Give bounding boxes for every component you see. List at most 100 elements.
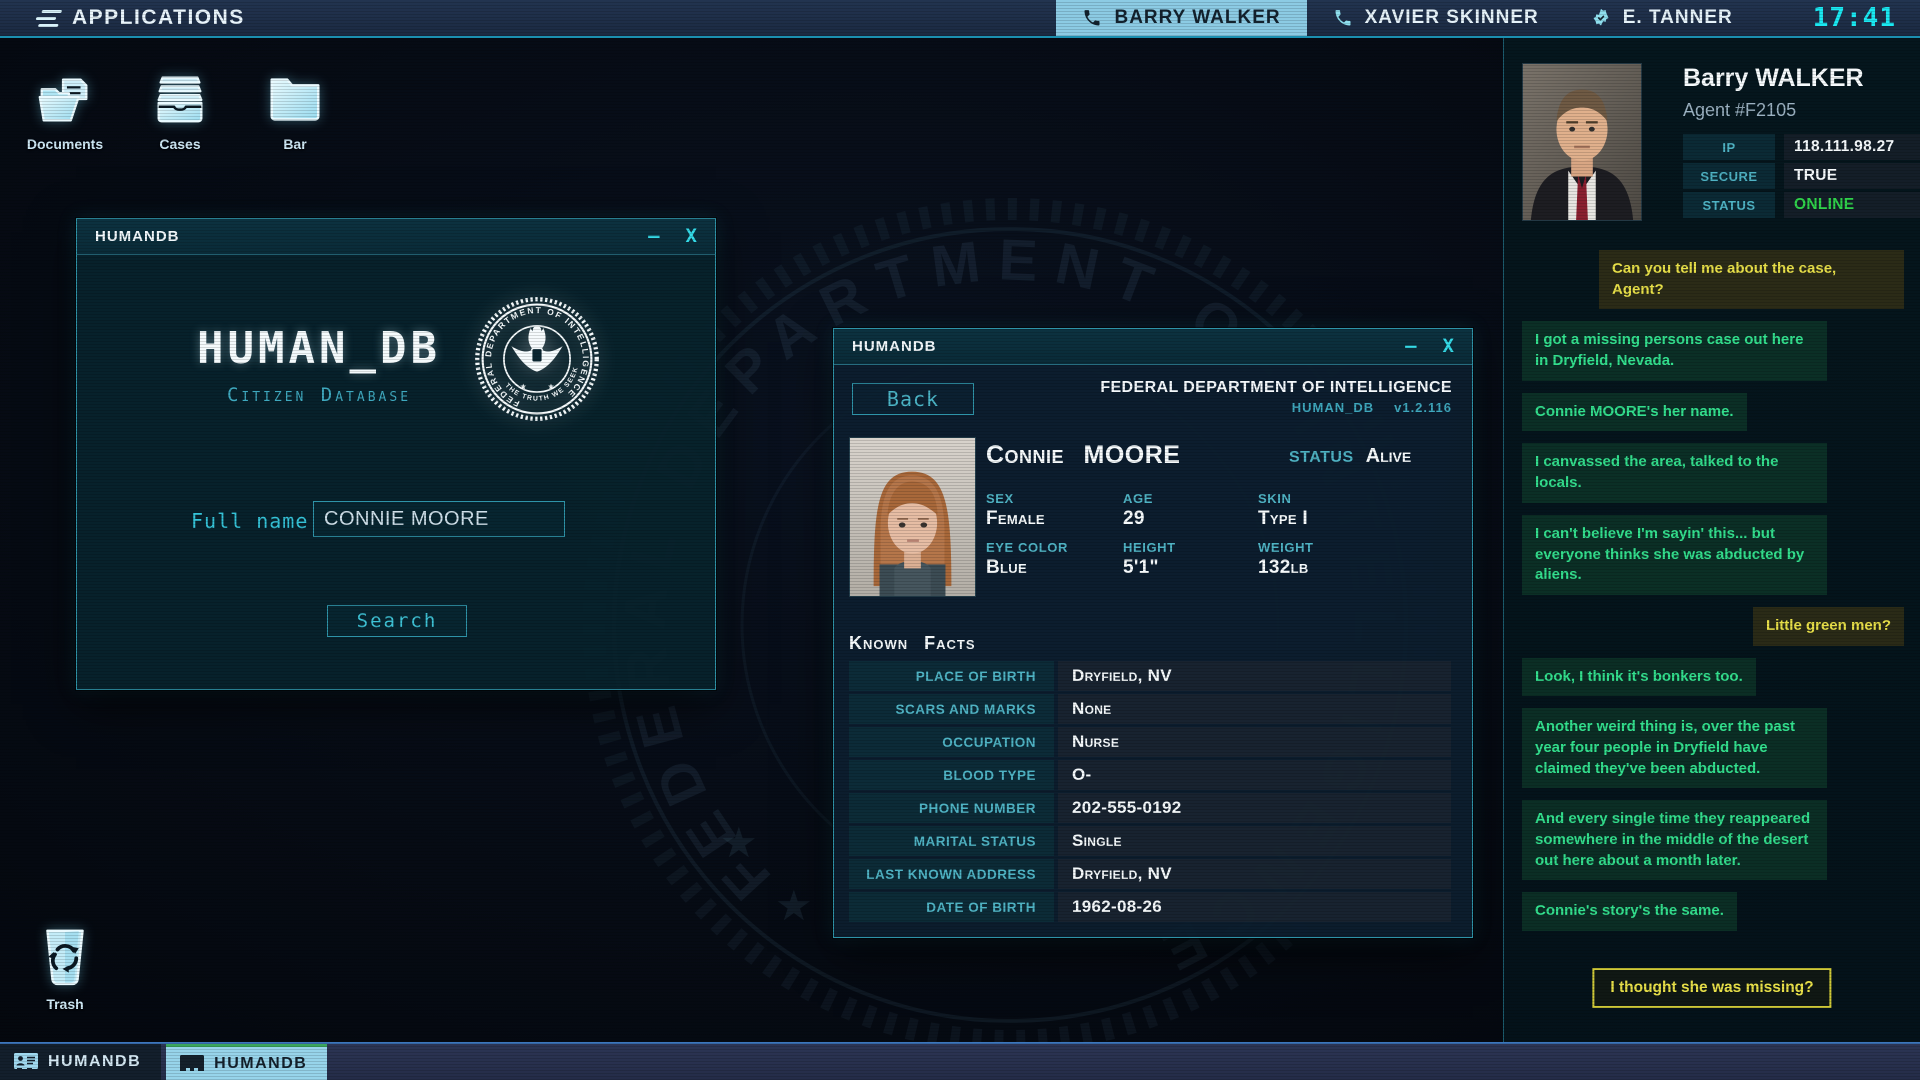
info-value: ONLINE xyxy=(1784,192,1920,218)
phone-icon xyxy=(1082,8,1102,28)
chat-message-text: Connie's story's the same. xyxy=(1535,902,1724,919)
chat-message: I got a missing persons case out here in… xyxy=(1522,321,1827,380)
contact-name: BARRY WALKER xyxy=(1114,7,1280,29)
desktop-icon-trash[interactable]: Trash xyxy=(22,924,108,1012)
desktop-icon-label: Trash xyxy=(46,996,83,1012)
fact-label: LAST KNOWN ADDRESS xyxy=(849,859,1054,889)
attribute-label: WEIGHT xyxy=(1258,540,1418,555)
contact-name: E. TANNER xyxy=(1623,7,1733,29)
window-header[interactable]: HUMANDB – X xyxy=(834,329,1472,365)
info-row: STATUS ONLINE xyxy=(1683,192,1920,218)
fullname-label: Full name xyxy=(191,509,308,533)
chat-log: Can you tell me about the case, Agent? I… xyxy=(1522,250,1904,932)
window-title: HUMANDB xyxy=(852,338,937,355)
fact-value: Dryfield, NV xyxy=(1058,661,1451,691)
badge-icon xyxy=(1591,8,1611,28)
contact-tab-xavier-skinner[interactable]: XAVIER SKINNER xyxy=(1307,0,1565,36)
desktop-icon-label: Documents xyxy=(27,136,103,152)
contact-name: XAVIER SKINNER xyxy=(1365,7,1539,29)
agency-header: FEDERAL DEPARTMENT OF INTELLIGENCE HUMAN… xyxy=(1100,379,1452,415)
window-header[interactable]: HUMANDB – X xyxy=(77,219,715,255)
app-title: HUMAN_DB xyxy=(189,323,449,374)
phone-icon xyxy=(1333,8,1353,28)
table-row: OCCUPATION Nurse xyxy=(849,727,1451,757)
attribute-value: Type I xyxy=(1258,508,1418,530)
app-subtitle: Citizen Database xyxy=(189,384,449,406)
svg-text:★: ★ xyxy=(720,819,758,866)
attribute-label: SEX xyxy=(986,491,1123,506)
open-folder-icon xyxy=(34,68,96,130)
search-button[interactable]: Search xyxy=(327,605,467,637)
chat-message: Little green men? xyxy=(1753,607,1904,646)
attribute-label: AGE xyxy=(1123,491,1258,506)
attribute: AGE 29 xyxy=(1123,491,1258,530)
applications-menu-button[interactable]: APPLICATIONS xyxy=(0,0,245,36)
attribute: HEIGHT 5'1" xyxy=(1123,540,1258,579)
minimize-button[interactable]: – xyxy=(648,227,659,246)
fullname-input[interactable] xyxy=(313,501,565,537)
inbox-icon xyxy=(149,68,211,130)
svg-text:★: ★ xyxy=(775,882,813,929)
attribute-value: Female xyxy=(986,508,1123,530)
attribute: SKIN Type I xyxy=(1258,491,1418,530)
svg-text:★: ★ xyxy=(520,382,527,391)
back-button[interactable]: Back xyxy=(852,383,974,415)
status-label: STATUS xyxy=(1289,449,1354,467)
fact-value: None xyxy=(1058,694,1451,724)
attribute-label: EYE COLOR xyxy=(986,540,1123,555)
agent-id: Agent #F2105 xyxy=(1683,100,1796,121)
close-button[interactable]: X xyxy=(1443,337,1454,356)
table-row: PLACE OF BIRTH Dryfield, NV xyxy=(849,661,1451,691)
fact-value: Dryfield, NV xyxy=(1058,859,1451,889)
app-window-icon xyxy=(180,1055,204,1073)
desktop-icon-cases[interactable]: Cases xyxy=(137,68,223,152)
reply-choice-button[interactable]: I thought she was missing? xyxy=(1592,968,1831,1008)
top-bar-right: BARRY WALKER XAVIER SKINNER E. TANNER 17… xyxy=(1056,0,1920,36)
chat-message: I can't believe I'm sayin' this... but e… xyxy=(1522,515,1827,595)
svg-text:★: ★ xyxy=(548,382,555,391)
fact-label: PHONE NUMBER xyxy=(849,793,1054,823)
taskbar-item-label: HUMANDB xyxy=(48,1053,141,1071)
table-row: LAST KNOWN ADDRESS Dryfield, NV xyxy=(849,859,1451,889)
chat-message-text: Connie MOORE's her name. xyxy=(1535,403,1734,420)
attribute: WEIGHT 132lb xyxy=(1258,540,1418,579)
attribute-label: HEIGHT xyxy=(1123,540,1258,555)
attribute-grid: SEX Female AGE 29 SKIN Type I EYE COLOR … xyxy=(986,491,1456,579)
connie-photo xyxy=(849,437,976,597)
agency-name: FEDERAL DEPARTMENT OF INTELLIGENCE xyxy=(1100,379,1452,397)
person-name: Connie MOORE xyxy=(986,441,1180,470)
close-button[interactable]: X xyxy=(686,227,697,246)
taskbar-item-humandb-search[interactable]: HUMANDB xyxy=(0,1044,161,1080)
desktop-icon-documents[interactable]: Documents xyxy=(22,68,108,152)
taskbar: HUMANDB HUMANDB xyxy=(0,1042,1920,1080)
table-row: DATE OF BIRTH 1962-08-26 xyxy=(849,892,1451,922)
table-row: PHONE NUMBER 202-555-0192 xyxy=(849,793,1451,823)
clock: 17:41 xyxy=(1759,0,1920,36)
contact-tab-e-tanner[interactable]: E. TANNER xyxy=(1565,0,1759,36)
minimize-button[interactable]: – xyxy=(1405,337,1416,356)
fact-value: O- xyxy=(1058,760,1451,790)
info-label: STATUS xyxy=(1683,192,1775,218)
agent-info-table: IP 118.111.98.27 SECURE TRUE STATUS ONLI… xyxy=(1683,134,1920,218)
desktop-icon-bar[interactable]: Bar xyxy=(252,68,338,152)
fact-label: DATE OF BIRTH xyxy=(849,892,1054,922)
table-row: BLOOD TYPE O- xyxy=(849,760,1451,790)
chat-message: Look, I think it's bonkers too. xyxy=(1522,658,1756,697)
desktop-icon-label: Bar xyxy=(283,136,306,152)
contact-tab-barry-walker[interactable]: BARRY WALKER xyxy=(1056,0,1306,36)
status-value: Alive xyxy=(1366,445,1412,468)
fact-value: 1962-08-26 xyxy=(1058,892,1451,922)
taskbar-item-humandb-record[interactable]: HUMANDB xyxy=(166,1044,327,1080)
fact-value: Nurse xyxy=(1058,727,1451,757)
chat-message-text: Another weird thing is, over the past ye… xyxy=(1535,718,1795,776)
app-version: v1.2.116 xyxy=(1394,400,1452,415)
fact-label: SCARS AND MARKS xyxy=(849,694,1054,724)
chat-message-text: And every single time they reappeared so… xyxy=(1535,810,1810,868)
attribute-value: Blue xyxy=(986,557,1123,579)
info-label: IP xyxy=(1683,134,1775,160)
agent-photo xyxy=(1522,63,1642,221)
info-label: SECURE xyxy=(1683,163,1775,189)
chat-message: Connie MOORE's her name. xyxy=(1522,393,1747,432)
fact-value: 202-555-0192 xyxy=(1058,793,1451,823)
fact-label: OCCUPATION xyxy=(849,727,1054,757)
